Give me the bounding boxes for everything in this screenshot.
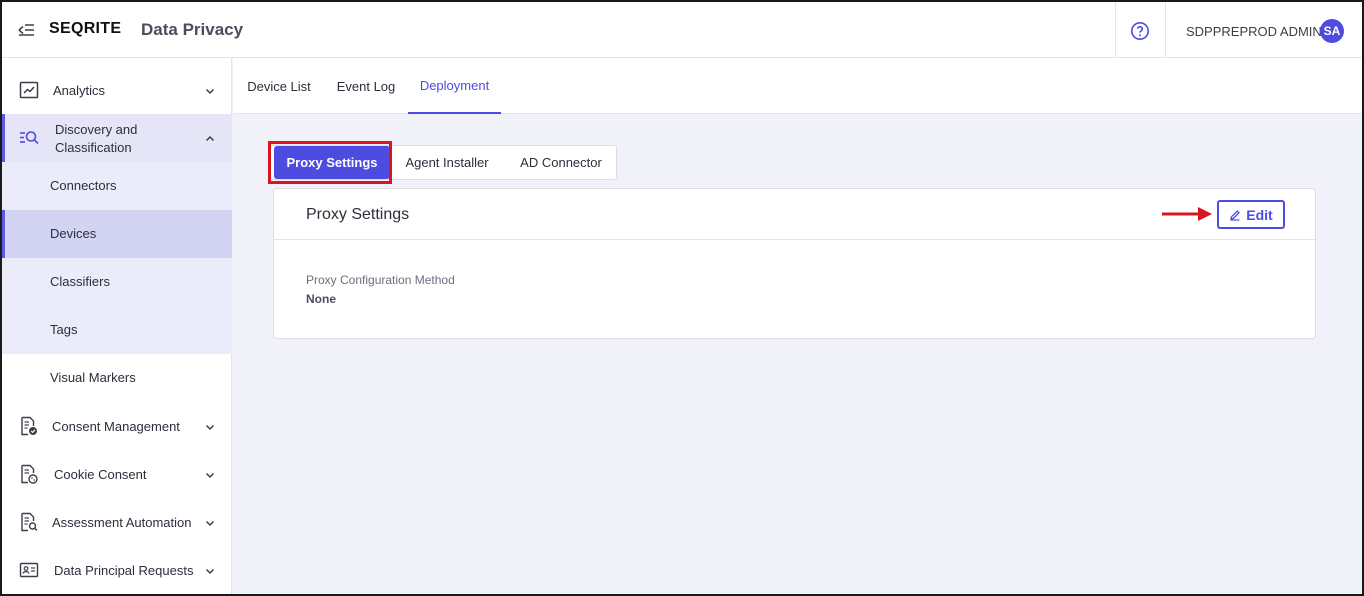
id-card-icon xyxy=(19,562,39,578)
sidebar-item-cookie-consent[interactable]: Cookie Consent xyxy=(2,450,232,498)
app-frame: SEQRITE Data Privacy SDPPREPROD ADMIN SA… xyxy=(0,0,1364,596)
subitem-label: Tags xyxy=(50,322,78,337)
sidebar: Analytics Discovery and Classification Co… xyxy=(2,58,232,594)
subitem-label: Visual Markers xyxy=(50,370,136,385)
collapse-sidebar-icon[interactable] xyxy=(16,20,36,40)
sidebar-item-label: Discovery and Classification xyxy=(55,121,137,157)
red-arrow-annotation xyxy=(1162,207,1212,221)
sidebar-item-label: Cookie Consent xyxy=(54,467,147,482)
tab-deployment[interactable]: Deployment xyxy=(408,58,501,114)
subitem-label: Classifiers xyxy=(50,274,110,289)
sidebar-item-discovery[interactable]: Discovery and Classification xyxy=(2,114,232,162)
chevron-down-icon xyxy=(205,88,215,95)
proxy-settings-card: Proxy Settings Edit Proxy Configuration … xyxy=(273,188,1316,339)
label-line: Classification xyxy=(55,140,132,155)
sidebar-item-label: Analytics xyxy=(53,83,106,98)
chevron-down-icon xyxy=(205,472,215,479)
search-list-icon xyxy=(20,131,39,145)
sidebar-subitem-connectors[interactable]: Connectors xyxy=(2,162,232,210)
sidebar-item-data-principal-requests[interactable]: Data Principal Requests xyxy=(2,546,232,594)
header-divider xyxy=(1115,2,1116,58)
sidebar-item-label: Data Principal Requests xyxy=(54,563,194,578)
sidebar-item-assessment-automation[interactable]: Assessment Automation xyxy=(2,498,232,546)
highlight-box xyxy=(268,141,392,184)
chevron-down-icon xyxy=(205,520,215,527)
proxy-config-value: None xyxy=(306,292,336,306)
sidebar-item-label: Assessment Automation xyxy=(52,515,192,530)
tab-device-list[interactable]: Device List xyxy=(233,58,325,114)
chevron-down-icon xyxy=(205,424,215,431)
subitem-label: Devices xyxy=(50,226,97,241)
subtab-agent-installer[interactable]: Agent Installer xyxy=(391,146,503,179)
sidebar-item-analytics[interactable]: Analytics xyxy=(2,66,232,114)
card-title: Proxy Settings xyxy=(306,206,410,223)
cookie-doc-icon xyxy=(21,464,38,484)
document-search-icon xyxy=(21,512,38,532)
app-title: Data Privacy xyxy=(141,20,244,39)
help-icon[interactable] xyxy=(1130,21,1150,41)
discovery-submenu: Connectors Devices Classifiers Tags Visu… xyxy=(2,162,232,385)
proxy-config-label: Proxy Configuration Method xyxy=(306,273,455,287)
header-divider xyxy=(1165,2,1166,58)
pencil-icon xyxy=(1230,209,1241,221)
seqrite-logo: SEQRITE xyxy=(49,20,121,38)
card-divider xyxy=(274,239,1315,240)
sidebar-subitem-devices[interactable]: Devices xyxy=(2,210,232,258)
subitem-label: Connectors xyxy=(50,178,117,193)
sidebar-subitem-visual-markers[interactable]: Visual Markers xyxy=(2,354,232,402)
sidebar-item-consent-management[interactable]: Consent Management xyxy=(2,402,232,450)
document-check-icon xyxy=(21,416,37,436)
edit-label: Edit xyxy=(1246,206,1273,223)
sidebar-subitem-classifiers[interactable]: Classifiers xyxy=(2,258,232,306)
main-tabs: Device List Event Log Deployment xyxy=(233,58,1362,114)
chevron-down-icon xyxy=(205,568,215,575)
tab-event-log[interactable]: Event Log xyxy=(325,58,407,114)
label-line: Discovery and xyxy=(55,122,138,137)
avatar[interactable]: SA xyxy=(1320,19,1344,43)
subtab-ad-connector[interactable]: AD Connector xyxy=(505,146,617,179)
user-name[interactable]: SDPPREPROD ADMIN xyxy=(1186,24,1322,39)
chevron-up-icon xyxy=(205,135,215,142)
sidebar-item-label: Consent Management xyxy=(52,419,180,434)
top-header: SEQRITE Data Privacy SDPPREPROD ADMIN SA xyxy=(2,2,1362,58)
sidebar-subitem-tags[interactable]: Tags xyxy=(2,306,232,354)
logo-suffix: RITE xyxy=(83,20,122,37)
trend-chart-icon xyxy=(19,81,39,99)
edit-button[interactable]: Edit xyxy=(1217,200,1285,229)
logo-prefix: SEQ xyxy=(49,20,84,37)
